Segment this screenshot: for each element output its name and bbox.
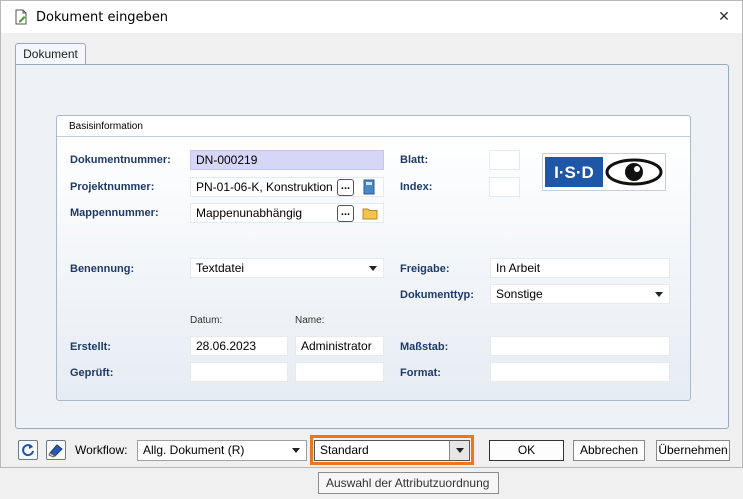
ok-button[interactable]: OK <box>489 440 564 461</box>
benennung-value: Textdatei <box>196 261 245 275</box>
title-bar: Dokument eingeben ✕ <box>1 1 742 33</box>
blatt-field[interactable] <box>489 150 520 170</box>
tooltip: Auswahl der Attributzuordnung <box>318 472 499 494</box>
format-field[interactable] <box>490 362 670 382</box>
apply-button[interactable]: Übernehmen <box>656 440 730 461</box>
index-field[interactable] <box>489 177 520 197</box>
folder-icon[interactable] <box>362 206 378 220</box>
mappennummer-label: Mappennummer: <box>70 207 159 219</box>
workflow-label: Workflow: <box>75 443 128 457</box>
chevron-down-icon <box>655 292 663 297</box>
mappennummer-value: Mappenunabhängig <box>196 206 303 220</box>
projektnummer-browse-button[interactable]: ... <box>337 179 354 196</box>
dokumenttyp-value: Sonstige <box>496 287 543 301</box>
geprueft-label: Geprüft: <box>70 367 114 379</box>
erstellt-name-field[interactable]: Administrator <box>295 336 384 356</box>
logo-text: I·S·D <box>554 163 594 182</box>
freigabe-label: Freigabe: <box>400 263 450 275</box>
dokumenttyp-combo[interactable]: Sonstige <box>490 284 670 304</box>
benennung-label: Benennung: <box>70 263 135 275</box>
projektnummer-label: Projektnummer: <box>70 181 155 193</box>
mappennummer-field[interactable]: Mappenunabhängig <box>190 203 384 223</box>
focus-highlight <box>310 435 474 465</box>
format-label: Format: <box>400 367 441 379</box>
erase-button[interactable] <box>46 440 66 460</box>
isd-logo: I·S·D <box>542 153 666 191</box>
groupbox-title: Basisinformation <box>69 121 143 132</box>
close-icon: ✕ <box>718 9 730 25</box>
dialog-window: Dokument eingeben ✕ Dokument Basisinform… <box>0 0 743 468</box>
erstellt-label: Erstellt: <box>70 341 111 353</box>
chevron-down-icon <box>369 266 377 271</box>
projektnummer-value: PN-01-06-K, Konstruktion <box>196 180 333 194</box>
close-button[interactable]: ✕ <box>710 5 738 29</box>
project-book-icon[interactable] <box>362 179 376 195</box>
document-edit-icon <box>15 9 27 25</box>
name-column-label: Name: <box>295 315 325 326</box>
datum-column-label: Datum: <box>190 315 223 326</box>
eraser-icon <box>48 444 63 458</box>
window-title: Dokument eingeben <box>36 10 169 25</box>
geprueft-datum-field[interactable] <box>190 362 288 382</box>
workflow-value: Allg. Dokument (R) <box>143 443 245 457</box>
tab-dokument[interactable]: Dokument <box>15 43 86 65</box>
massstab-field[interactable] <box>490 336 670 356</box>
mappennummer-browse-button[interactable]: ... <box>337 205 354 222</box>
blatt-label: Blatt: <box>400 154 429 166</box>
groupbox-divider <box>57 136 690 137</box>
freigabe-field[interactable]: In Arbeit <box>490 258 670 278</box>
dokumenttyp-label: Dokumenttyp: <box>400 289 474 301</box>
massstab-label: Maßstab: <box>400 341 449 353</box>
workflow-combo[interactable]: Allg. Dokument (R) <box>137 440 307 461</box>
refresh-icon <box>22 444 34 457</box>
erstellt-datum-field[interactable]: 28.06.2023 <box>190 336 288 356</box>
cancel-button[interactable]: Abbrechen <box>573 440 645 461</box>
geprueft-name-field[interactable] <box>295 362 384 382</box>
index-label: Index: <box>400 181 433 193</box>
dokumentnummer-field[interactable]: DN-000219 <box>190 150 384 170</box>
refresh-button[interactable] <box>18 440 38 460</box>
chevron-down-icon <box>292 448 300 453</box>
benennung-combo[interactable]: Textdatei <box>190 258 384 278</box>
projektnummer-field[interactable]: PN-01-06-K, Konstruktion <box>190 177 384 197</box>
dokumentnummer-label: Dokumentnummer: <box>70 154 171 166</box>
